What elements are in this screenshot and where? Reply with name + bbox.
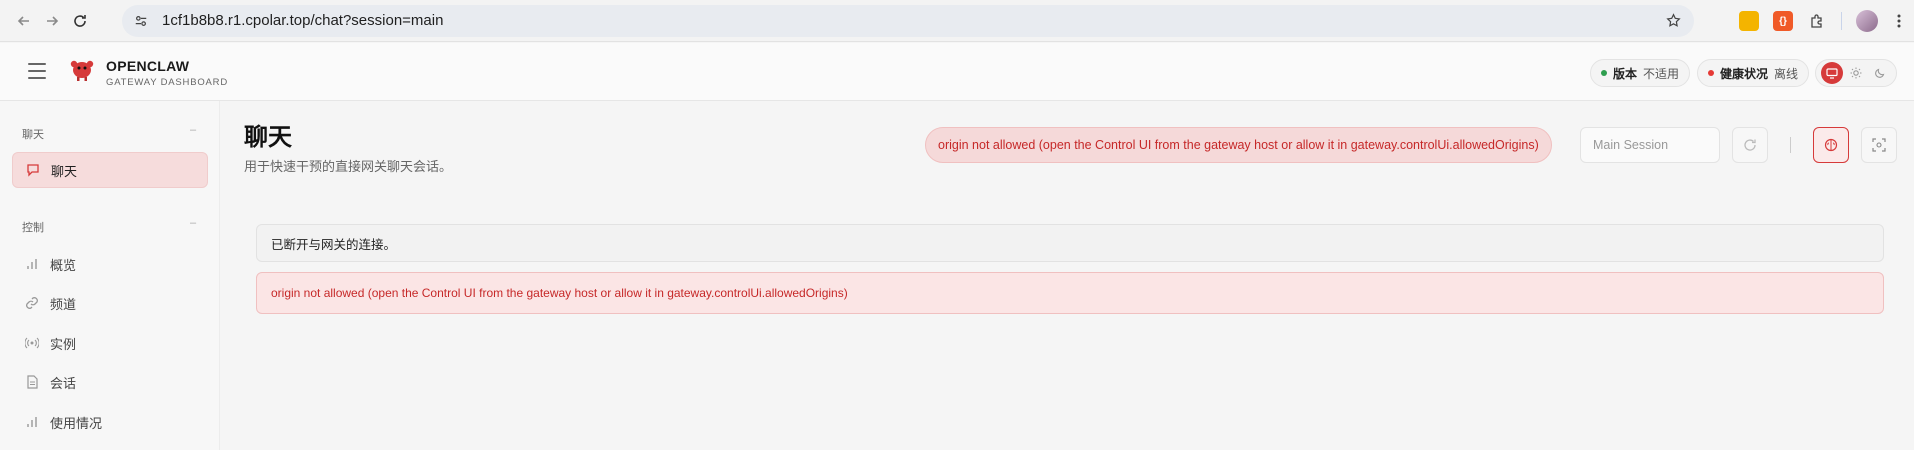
page-title: 聊天 (244, 124, 292, 151)
disconnected-notice: 已断开与网关的连接。 (256, 224, 1884, 262)
radio-icon (24, 335, 40, 351)
document-icon (24, 374, 40, 390)
message-icon (25, 162, 41, 178)
health-value: 离线 (1774, 66, 1799, 81)
main-content: 聊天 用于快速干预的直接网关聊天会话。 origin not allowed (… (221, 101, 1914, 450)
reload-icon (74, 14, 86, 27)
sidebar-section-chat-title: 聊天 (22, 129, 44, 141)
reload-button[interactable] (66, 7, 94, 35)
monitor-icon (1826, 68, 1838, 79)
version-label: 版本 (1613, 66, 1638, 81)
openclaw-logo (70, 60, 94, 81)
browser-toolbar: 1cf1b8b8.r1.cpolar.top/chat?session=main… (0, 0, 1914, 42)
extension-json-icon[interactable]: {} (1773, 11, 1793, 31)
moon-icon (1875, 68, 1885, 78)
scan-button[interactable] (1861, 127, 1897, 163)
toolbar-separator (1790, 137, 1791, 153)
bar-chart-icon (24, 256, 40, 272)
more-menu-icon[interactable] (1892, 13, 1906, 29)
sidebar-item-label: 会话 (50, 375, 77, 391)
error-message-box: origin not allowed (open the Control UI … (256, 272, 1884, 314)
bar-chart-icon (24, 414, 40, 430)
arrow-left-icon (17, 15, 29, 26)
scan-icon (1872, 138, 1886, 152)
theme-light-button[interactable] (1845, 62, 1867, 84)
version-status-dot (1601, 70, 1607, 76)
extension-notes-icon[interactable] (1739, 11, 1759, 31)
brand-subtitle: GATEWAY DASHBOARD (106, 77, 228, 88)
bookmark-star-icon[interactable] (1662, 10, 1684, 32)
url-text[interactable]: 1cf1b8b8.r1.cpolar.top/chat?session=main (162, 12, 443, 29)
link-icon (24, 295, 40, 311)
profile-avatar[interactable] (1856, 10, 1878, 32)
sidebar-item-label: 聊天 (51, 163, 78, 179)
brand-title: OPENCLAW (106, 58, 190, 74)
sidebar-item-channels[interactable]: 频道 (12, 285, 208, 321)
extensions-puzzle-icon[interactable] (1807, 11, 1827, 31)
version-value: 不适用 (1643, 66, 1680, 81)
sidebar-item-instances[interactable]: 实例 (12, 325, 208, 361)
address-bar[interactable]: 1cf1b8b8.r1.cpolar.top/chat?session=main (122, 4, 1694, 37)
refresh-icon (1744, 139, 1756, 151)
section-collapse-icon[interactable]: – (190, 217, 196, 229)
connection-error-pill: origin not allowed (open the Control UI … (925, 127, 1552, 163)
sidebar-item-usage[interactable]: 使用情况 (12, 404, 208, 440)
toolbar-divider (1841, 12, 1842, 30)
version-badge: 版本 不适用 (1590, 59, 1691, 87)
sidebar-item-overview[interactable]: 概览 (12, 246, 208, 282)
page-subtitle: 用于快速干预的直接网关聊天会话。 (244, 159, 453, 174)
arrow-right-icon (47, 15, 59, 26)
brain-icon (1824, 138, 1838, 152)
theme-switcher (1815, 59, 1897, 87)
focus-mode-button[interactable] (1813, 127, 1849, 163)
sun-icon (1850, 67, 1862, 79)
site-info-icon[interactable] (132, 12, 150, 30)
sidebar-item-label: 使用情况 (50, 415, 103, 431)
health-label: 健康状况 (1720, 66, 1769, 81)
sidebar-item-chat[interactable]: 聊天 (12, 152, 208, 188)
sidebar-section-control-title: 控制 (22, 222, 44, 234)
sidebar-item-sessions[interactable]: 会话 (12, 364, 208, 400)
theme-dark-button[interactable] (1869, 62, 1891, 84)
section-collapse-icon[interactable]: – (190, 124, 196, 136)
forward-button[interactable] (38, 7, 66, 35)
health-status-dot (1708, 70, 1714, 76)
theme-system-button[interactable] (1821, 62, 1843, 84)
refresh-button[interactable] (1732, 127, 1768, 163)
sidebar-item-label: 实例 (50, 336, 77, 352)
health-badge: 健康状况 离线 (1697, 59, 1810, 87)
sidebar-item-label: 概览 (50, 257, 77, 273)
hamburger-menu-icon[interactable] (28, 63, 46, 79)
sidebar-item-label: 频道 (50, 296, 77, 312)
session-input[interactable] (1580, 127, 1720, 163)
back-button[interactable] (10, 7, 38, 35)
sidebar: 聊天 – 聊天 控制 – 概览 频道 实例 会话 使用情况 (0, 101, 220, 450)
app-header: OPENCLAW GATEWAY DASHBOARD 版本 不适用 健康状况 离… (0, 43, 1914, 101)
